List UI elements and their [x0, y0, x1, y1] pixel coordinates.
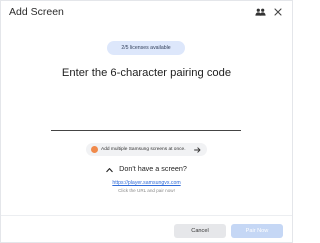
close-icon[interactable]: [272, 6, 284, 18]
player-url-link[interactable]: https://player.samsungvx.com: [1, 180, 292, 186]
pair-hint-text: Click the URL and pair now!: [118, 188, 175, 193]
no-screen-label: Don't have a screen?: [119, 164, 187, 173]
group-icon[interactable]: [254, 6, 266, 18]
dialog-title: Add Screen: [9, 6, 64, 18]
no-screen-toggle[interactable]: Don't have a screen?: [1, 164, 292, 173]
footer-divider: [1, 215, 292, 216]
pairing-heading: Enter the 6-character pairing code: [61, 67, 232, 79]
pairing-code-input[interactable]: [51, 97, 241, 131]
multi-screen-badge-icon: [91, 146, 98, 153]
arrow-right-icon: [194, 146, 201, 153]
pair-now-button[interactable]: Pair Now: [231, 224, 283, 238]
cancel-button[interactable]: Cancel: [174, 224, 226, 238]
dialog-header: Add Screen: [1, 1, 292, 25]
add-multiple-screens-button[interactable]: Add multiple Samsung screens at once.: [86, 143, 207, 156]
license-status-badge: 2/5 licenses available: [107, 41, 185, 55]
add-screen-dialog: Add Screen 2/5 licenses available Enter …: [0, 0, 293, 243]
add-multiple-screens-label: Add multiple Samsung screens at once.: [101, 147, 186, 152]
chevron-up-icon: [106, 166, 113, 173]
header-icons: [248, 6, 284, 18]
